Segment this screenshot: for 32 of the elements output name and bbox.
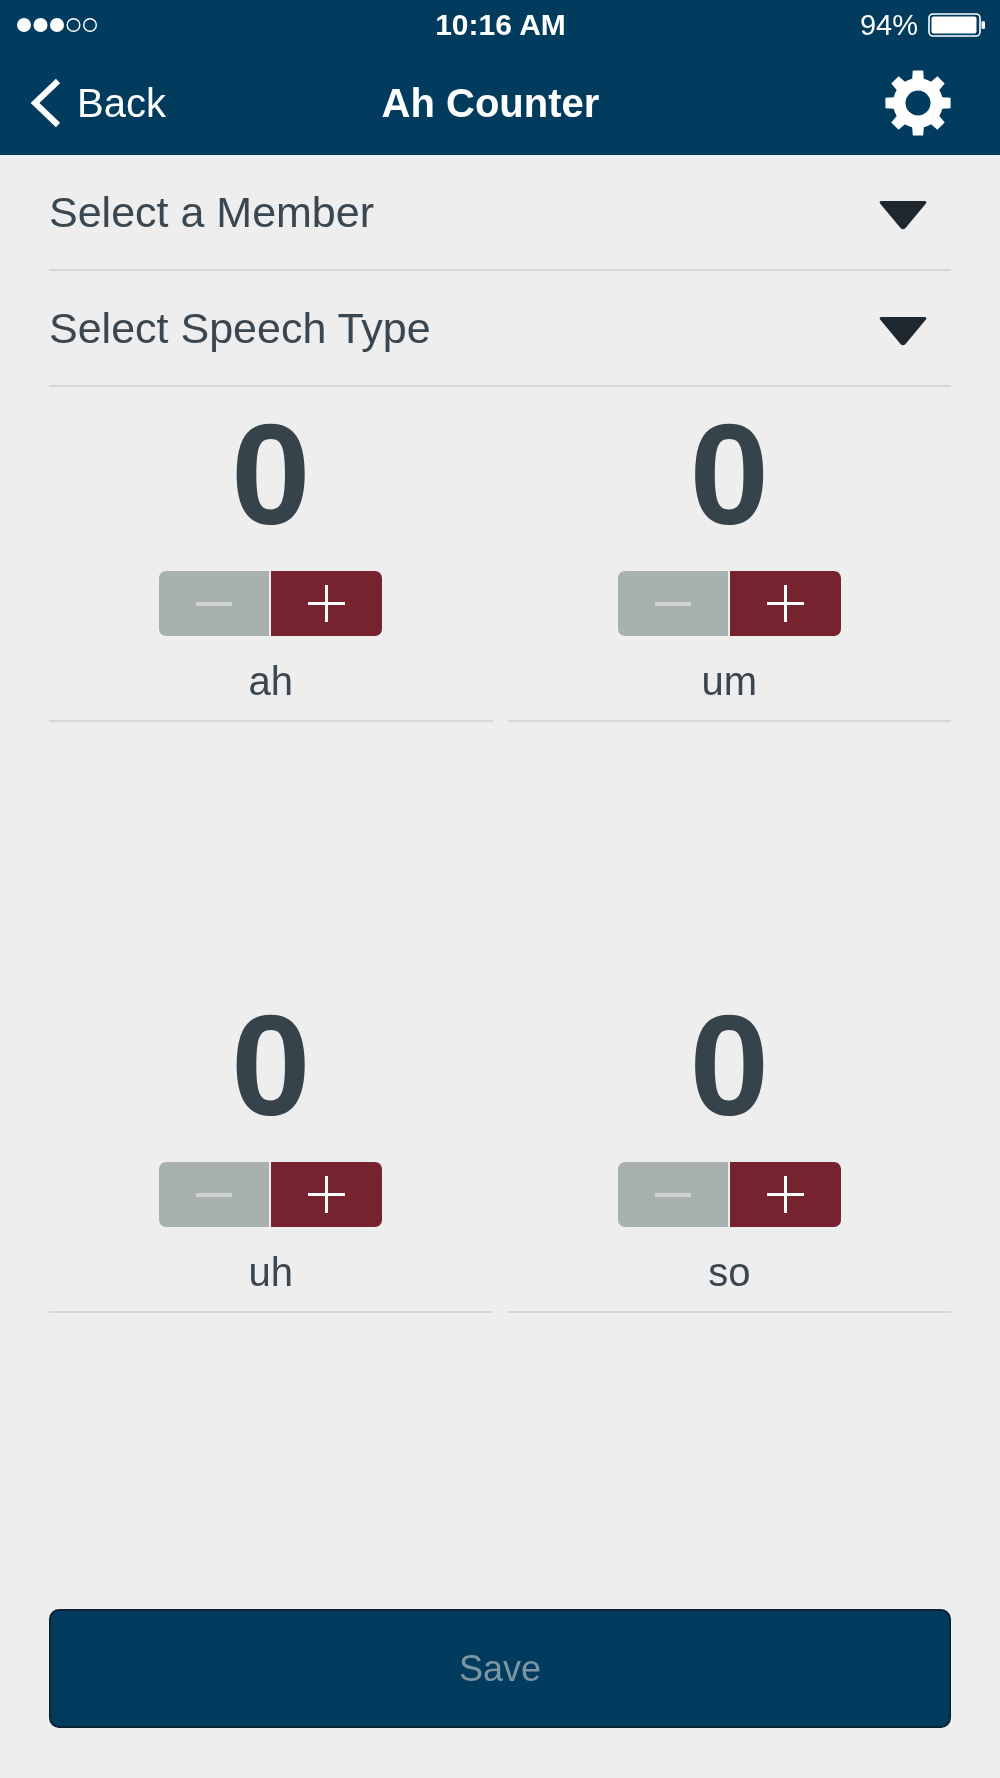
chevron-left-icon [30, 77, 61, 128]
counter-value: 0 [231, 403, 311, 546]
counter-value: 0 [689, 403, 769, 546]
counter-value: 0 [689, 994, 769, 1137]
dropdown-field[interactable]: Select Speech Type [49, 271, 951, 387]
plus-icon [766, 585, 804, 622]
increment-button[interactable] [271, 571, 383, 636]
dropdown-field[interactable]: Select a Member [49, 155, 951, 271]
status-time: 10:16 AM [435, 10, 566, 40]
plus-icon [308, 585, 346, 622]
caret-icon [878, 200, 928, 230]
increment-button[interactable] [729, 571, 841, 636]
increment-button[interactable] [271, 1162, 383, 1227]
counter-value: 0 [231, 994, 311, 1137]
screen-title: Ah Counter [381, 82, 600, 123]
settings-icon[interactable] [885, 69, 951, 136]
minus-icon [654, 601, 691, 606]
increment-button[interactable] [729, 1162, 841, 1227]
minus-icon [196, 1192, 233, 1197]
battery-percentage: 94% [859, 10, 918, 40]
caret-icon [878, 316, 928, 346]
minus-icon [654, 1192, 691, 1197]
plus-icon [308, 1176, 346, 1213]
battery-icon [928, 13, 985, 37]
counter-label: um [701, 661, 758, 701]
plus-icon [766, 1176, 804, 1213]
back-button[interactable]: Back [30, 77, 166, 128]
counter-label: uh [248, 1252, 293, 1292]
counter-label: ah [248, 661, 293, 701]
counter-label: so [708, 1252, 751, 1292]
signal-strength-icon [16, 17, 98, 33]
minus-icon [196, 601, 233, 606]
